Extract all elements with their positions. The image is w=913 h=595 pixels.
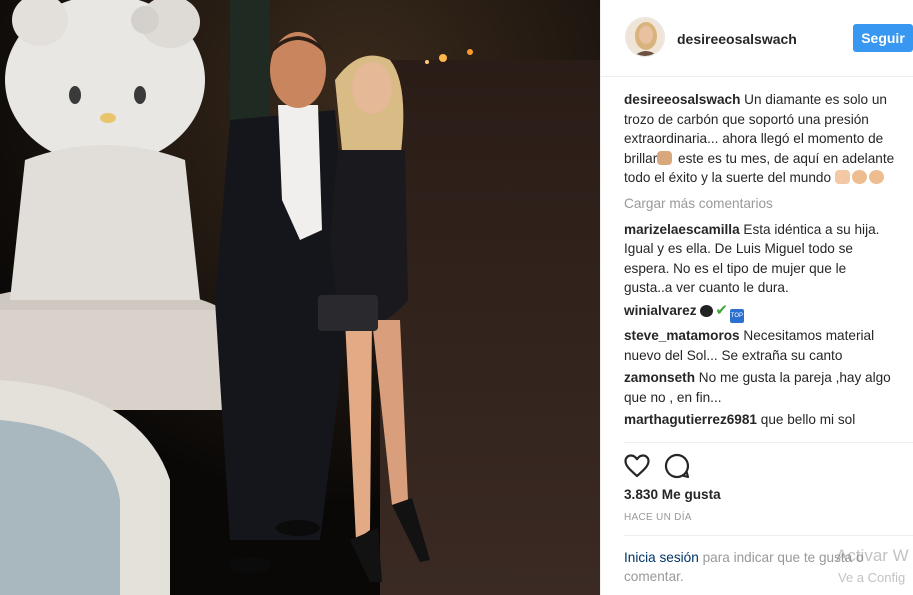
comment-icon[interactable] — [663, 452, 691, 480]
clapping-hands-emoji-icon — [868, 170, 884, 185]
black-heart-emoji-icon — [700, 304, 714, 317]
caption: desireeosalswach Un diamante es solo un … — [624, 90, 896, 188]
comment-item: zamonseth No me gusta la pareja ,hay alg… — [624, 368, 896, 407]
comment-username[interactable]: zamonseth — [624, 370, 695, 385]
person-bowing-emoji-icon — [834, 170, 850, 185]
comment-item: steve_matamoros Necesitamos material nue… — [624, 326, 896, 365]
comment-item: marthagutierrez6981 que bello mi sol — [624, 410, 896, 430]
post-header: desireeosalswach Seguir — [601, 0, 913, 77]
comment-username[interactable]: marthagutierrez6981 — [624, 412, 757, 427]
top-arrow-emoji-icon: TOP — [729, 308, 744, 323]
comment-item: winialvarez ✔ TOP — [624, 301, 896, 323]
post-timestamp[interactable]: HACE UN DÍA — [624, 512, 692, 523]
comment-text: que bello mi sol — [760, 412, 856, 428]
caption-username[interactable]: desireeosalswach — [624, 92, 740, 107]
comment-item: marizelaescamilla Esta idéntica a su hij… — [624, 220, 896, 298]
activation-watermark-subtitle: Ve a Config — [838, 570, 906, 585]
check-mark-emoji-icon: ✔ — [715, 301, 728, 319]
divider — [624, 535, 913, 536]
photo-image — [0, 0, 600, 595]
comments-list[interactable]: desireeosalswach Un diamante es solo un … — [624, 90, 896, 435]
load-more-comments-link[interactable]: Cargar más comentarios — [624, 194, 896, 214]
header-username[interactable]: desireeosalswach — [677, 31, 797, 47]
follow-button[interactable]: Seguir — [853, 24, 913, 52]
divider — [624, 442, 913, 443]
comment-username[interactable]: steve_matamoros — [624, 328, 740, 343]
likes-count[interactable]: 3.830 Me gusta — [624, 487, 721, 502]
comment-username[interactable]: winialvarez — [624, 303, 697, 318]
login-link[interactable]: Inicia sesión — [624, 550, 699, 565]
heart-icon[interactable] — [623, 452, 651, 480]
comment-username[interactable]: marizelaescamilla — [624, 222, 740, 237]
post-photo[interactable] — [0, 0, 600, 595]
avatar-image — [626, 18, 664, 56]
post-side-panel: desireeosalswach Seguir desireeosalswach… — [600, 0, 913, 595]
activation-watermark-title: Activar W — [836, 546, 909, 565]
avatar[interactable] — [625, 17, 665, 57]
flexed-arm-emoji-icon — [657, 150, 673, 165]
clapping-hands-emoji-icon — [851, 170, 867, 185]
